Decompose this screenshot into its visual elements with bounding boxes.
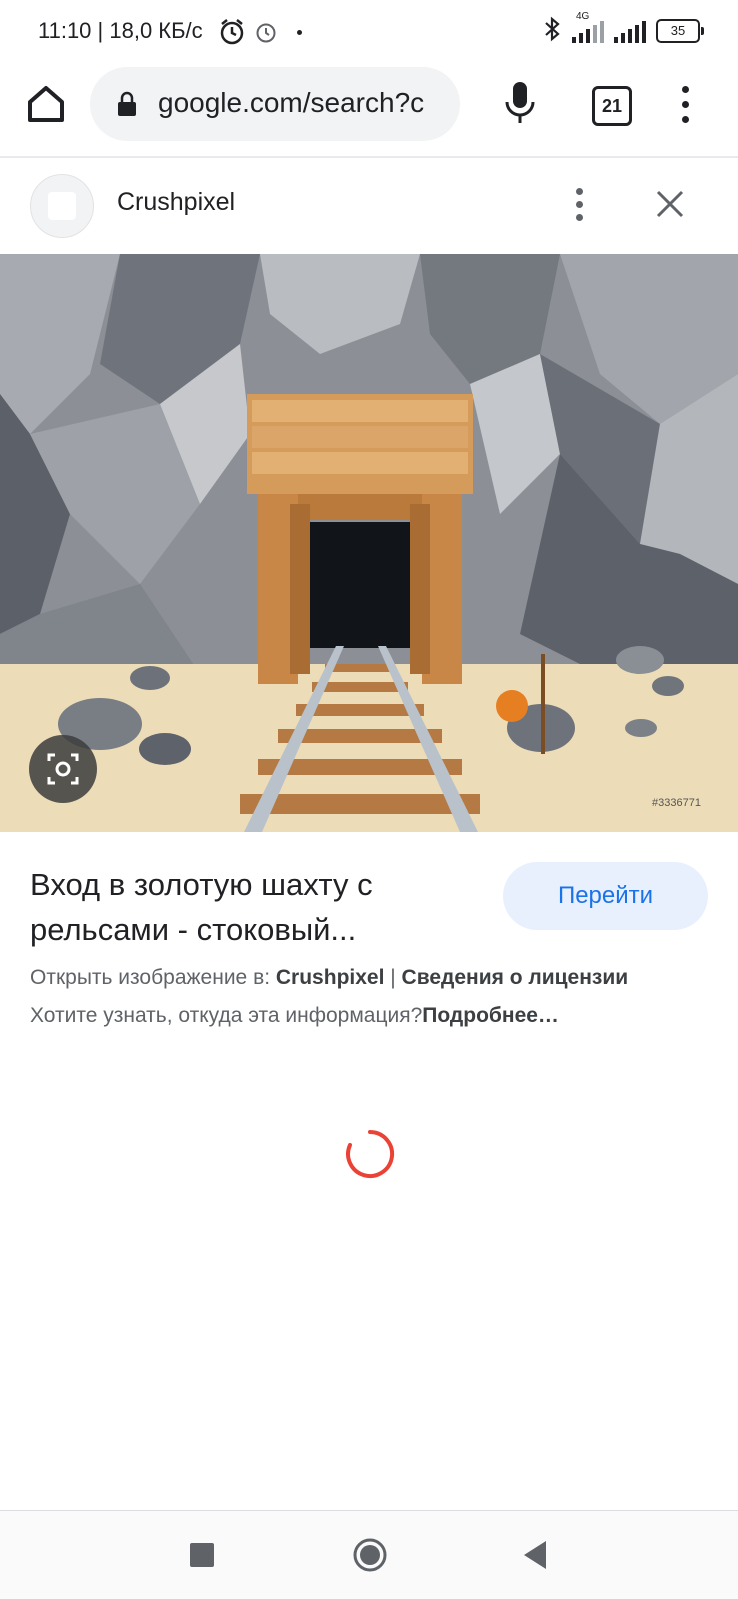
favicon-placeholder-icon [48,192,76,220]
lens-search-button[interactable] [29,735,97,803]
tab-switcher-button[interactable]: 21 [592,86,632,126]
network-type-label: 4G [576,11,590,22]
status-icons: 4G 35 [542,11,704,48]
alarm-icon [218,18,246,51]
recent-apps-button[interactable] [190,1543,214,1567]
signal-strength-icon-2 [614,19,646,43]
image-watermark: #3336771 [652,797,701,809]
home-button[interactable] [22,80,70,128]
close-icon [656,190,684,218]
visit-button[interactable]: Перейти [503,862,708,930]
battery-icon: 35 [656,19,704,43]
open-image-prefix: Открыть изображение в: [30,966,276,989]
close-button[interactable] [652,186,688,222]
open-source-link[interactable]: Crushpixel [276,966,385,989]
bluetooth-icon [542,15,562,48]
source-header: Crushpixel [0,158,738,254]
why-text: Хотите узнать, откуда эта информация? [30,1004,423,1027]
source-name: Crushpixel [117,188,236,216]
separator: | [384,966,402,989]
signal-strength-icon [572,19,604,43]
alarm-clock-icon [254,20,278,49]
url-bar[interactable]: google.com/search?c [90,67,460,141]
browser-toolbar: google.com/search?c 21 [0,62,738,154]
voice-search-button[interactable] [500,78,540,130]
source-more-options-button[interactable] [570,184,590,224]
microphone-icon [505,82,535,123]
lens-icon [47,753,79,785]
back-triangle-icon [524,1541,546,1569]
system-nav-bar [0,1511,738,1599]
loading-spinner-icon [344,1128,396,1180]
url-text[interactable]: google.com/search?c [158,87,448,119]
status-time: 11:10 | 18,0 КБ/с [38,18,203,43]
license-info-link[interactable]: Сведения о лицензии [402,966,629,989]
lock-icon [116,91,138,122]
browser-menu-button[interactable] [676,82,696,128]
info-source-line: Хотите узнать, откуда эта информация?Под… [30,1004,559,1028]
home-icon [28,86,64,122]
circle-home-icon [353,1538,387,1572]
more-link[interactable]: Подробнее… [422,1004,559,1027]
preview-image[interactable]: #3336771 [0,254,738,832]
back-nav-button[interactable] [520,1539,550,1571]
result-title[interactable]: Вход в золотую шахту с рельсами - стоков… [30,862,470,952]
home-nav-button[interactable] [352,1537,388,1573]
open-image-line: Открыть изображение в: Crushpixel | Свед… [30,966,628,990]
source-favicon [30,174,94,238]
notification-dot-icon [297,30,302,35]
